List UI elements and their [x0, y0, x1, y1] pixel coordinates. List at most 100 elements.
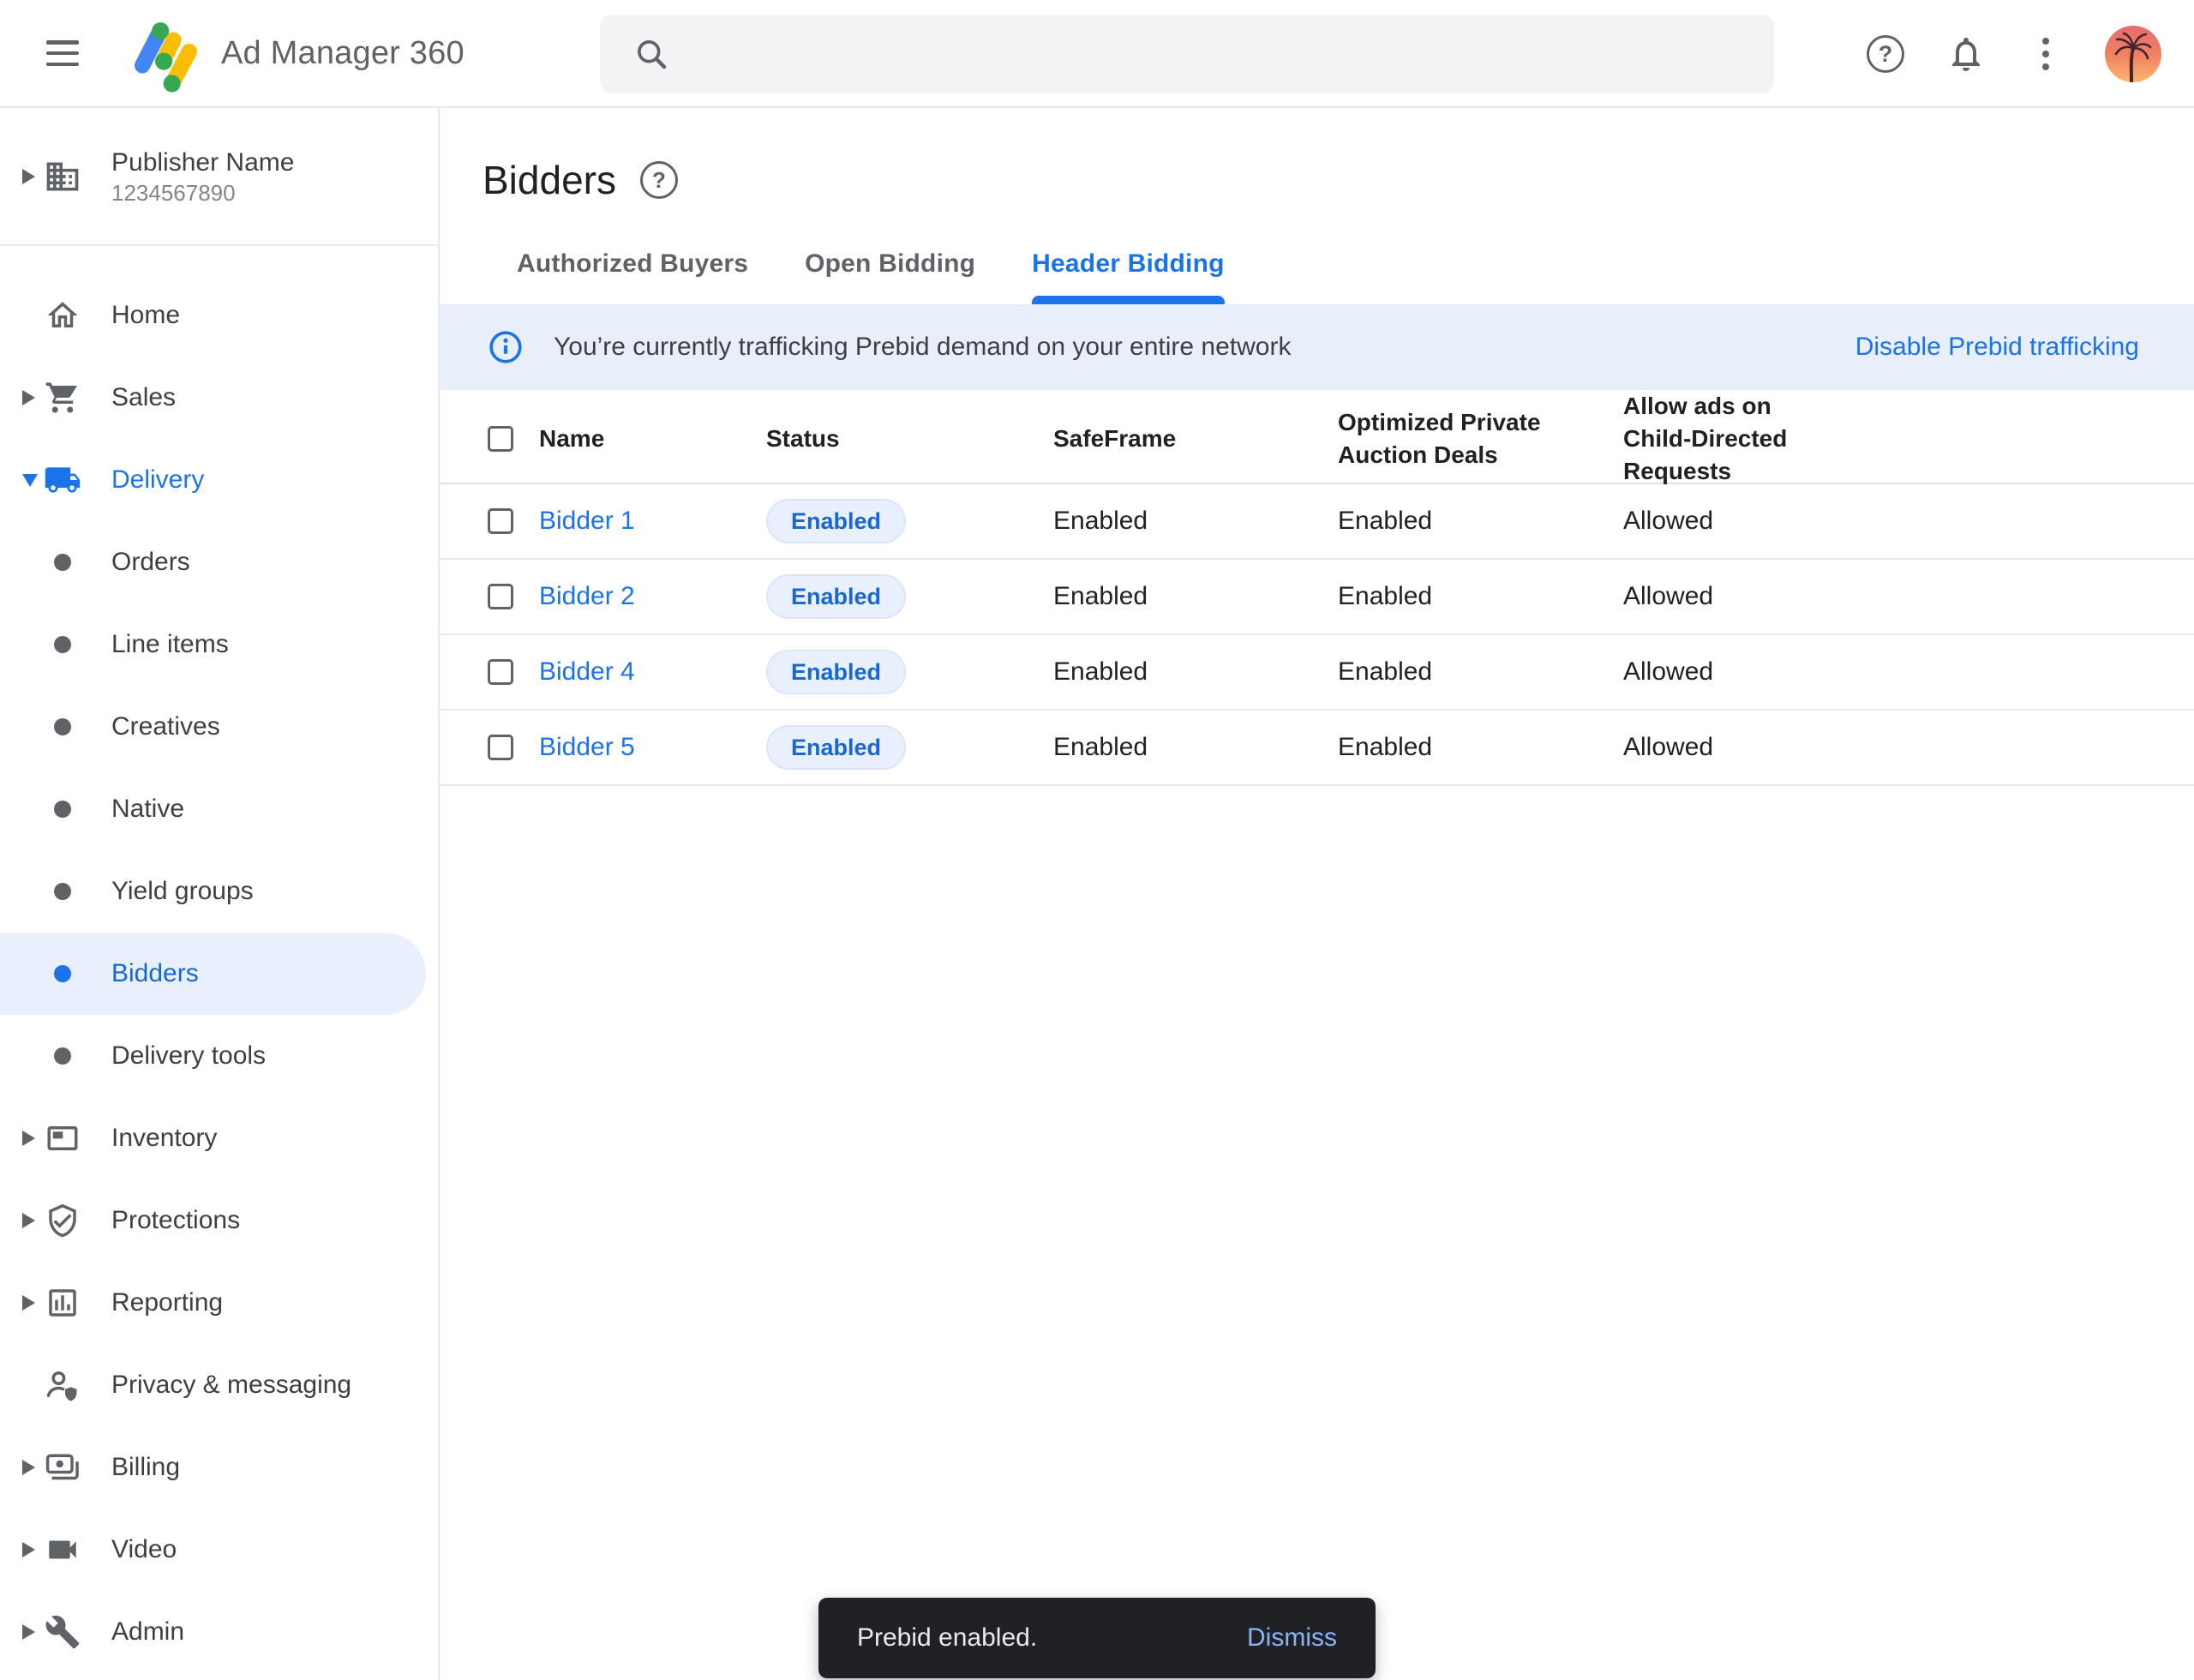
videocam-icon — [43, 1530, 82, 1569]
bullet-icon — [54, 1047, 71, 1065]
opad-value: Enabled — [1338, 657, 1623, 687]
disable-prebid-trafficking-link[interactable]: Disable Prebid trafficking — [1855, 333, 2139, 362]
page-help-icon[interactable]: ? — [640, 161, 678, 199]
notifications-button[interactable] — [1945, 0, 1987, 108]
table-row: Bidder 4 Enabled Enabled Enabled Allowed — [440, 635, 2194, 711]
bullet-icon — [54, 965, 71, 982]
bidder-link[interactable]: Bidder 1 — [539, 507, 635, 535]
menu-icon[interactable] — [46, 40, 79, 66]
sidebar-item-privacy-messaging[interactable]: Privacy & messaging — [0, 1344, 438, 1426]
sidebar-nav: Home Sales Delivery Orders — [0, 246, 438, 1673]
prebid-info-banner: You’re currently trafficking Prebid dema… — [440, 304, 2194, 390]
more-options-button[interactable] — [2042, 0, 2049, 108]
sidebar-item-home[interactable]: Home — [0, 274, 438, 357]
sidebar-item-inventory[interactable]: Inventory — [0, 1097, 438, 1179]
chevron-right-icon — [22, 1624, 35, 1640]
sidebar-item-admin[interactable]: Admin — [0, 1591, 438, 1673]
top-app-bar: Ad Manager 360 ? — [0, 0, 2194, 108]
bullet-icon — [54, 883, 71, 900]
table-row: Bidder 5 Enabled Enabled Enabled Allowed — [440, 711, 2194, 786]
publisher-network-code: 1234567890 — [111, 179, 294, 207]
safeframe-value: Enabled — [1053, 582, 1338, 611]
building-icon — [43, 157, 82, 196]
sidebar-item-line-items[interactable]: Line items — [0, 603, 438, 686]
home-icon — [43, 296, 82, 335]
search-icon — [632, 35, 670, 73]
status-badge: Enabled — [766, 650, 906, 694]
tab-open-bidding[interactable]: Open Bidding — [805, 249, 975, 304]
app-title: Ad Manager 360 — [221, 35, 465, 72]
tab-header-bidding[interactable]: Header Bidding — [1032, 249, 1225, 304]
sidebar-item-sales[interactable]: Sales — [0, 357, 438, 439]
bar-chart-icon — [43, 1283, 82, 1323]
bullet-icon — [54, 554, 71, 571]
column-header-status: Status — [766, 423, 1053, 455]
chevron-right-icon — [22, 1295, 35, 1311]
page-title: Bidders — [483, 157, 616, 203]
sidebar-item-yield-groups[interactable]: Yield groups — [0, 850, 438, 933]
search-input[interactable] — [691, 27, 1723, 81]
sidebar-item-delivery-tools[interactable]: Delivery tools — [0, 1015, 438, 1097]
row-checkbox[interactable] — [488, 584, 513, 609]
info-icon — [488, 329, 524, 365]
column-header-allow-ads-child-directed: Allow ads on Child-Directed Requests — [1623, 390, 1837, 488]
help-icon: ? — [1867, 35, 1904, 73]
column-header-optimized-private-auction-deals: Optimized Private Auction Deals — [1338, 406, 1552, 471]
row-checkbox[interactable] — [488, 735, 513, 760]
ad-unit-icon — [43, 1119, 82, 1158]
sidebar-item-orders[interactable]: Orders — [0, 521, 438, 603]
publisher-switcher[interactable]: Publisher Name 1234567890 — [0, 108, 438, 246]
chevron-right-icon — [22, 169, 35, 184]
global-search[interactable] — [600, 15, 1774, 93]
status-badge: Enabled — [766, 725, 906, 770]
select-all-checkbox[interactable] — [488, 426, 513, 452]
sidebar-item-reporting[interactable]: Reporting — [0, 1262, 438, 1344]
sidebar-item-bidders[interactable]: Bidders — [0, 933, 426, 1015]
sidebar-item-video[interactable]: Video — [0, 1509, 438, 1591]
child-directed-value: Allowed — [1623, 657, 2194, 687]
dismiss-button[interactable]: Dismiss — [1247, 1623, 1337, 1653]
sidebar-item-billing[interactable]: Billing — [0, 1426, 438, 1509]
row-checkbox[interactable] — [488, 508, 513, 534]
person-shield-icon — [43, 1365, 82, 1405]
tab-bar: Authorized Buyers Open Bidding Header Bi… — [517, 249, 2194, 304]
payments-icon — [43, 1448, 82, 1487]
safeframe-value: Enabled — [1053, 507, 1338, 536]
bidder-link[interactable]: Bidder 4 — [539, 657, 635, 686]
sidebar-item-delivery[interactable]: Delivery — [0, 439, 438, 521]
account-avatar[interactable] — [2105, 0, 2161, 108]
chevron-right-icon — [22, 1542, 35, 1557]
shield-check-icon — [43, 1201, 82, 1240]
column-header-name: Name — [539, 423, 766, 455]
table-header-row: Name Status SafeFrame Optimized Private … — [440, 390, 2194, 484]
sidebar-item-creatives[interactable]: Creatives — [0, 686, 438, 768]
publisher-name: Publisher Name — [111, 147, 294, 179]
truck-icon — [43, 460, 82, 500]
safeframe-value: Enabled — [1053, 657, 1338, 687]
toast-message: Prebid enabled. — [857, 1623, 1037, 1653]
avatar-palm-image — [2105, 26, 2161, 82]
opad-value: Enabled — [1338, 733, 1623, 762]
tab-authorized-buyers[interactable]: Authorized Buyers — [517, 249, 748, 304]
safeframe-value: Enabled — [1053, 733, 1338, 762]
child-directed-value: Allowed — [1623, 582, 2194, 611]
help-button[interactable]: ? — [1867, 0, 1904, 108]
kebab-icon — [2042, 38, 2049, 70]
opad-value: Enabled — [1338, 507, 1623, 536]
row-checkbox[interactable] — [488, 659, 513, 685]
sidebar-item-protections[interactable]: Protections — [0, 1179, 438, 1262]
wrench-icon — [43, 1612, 82, 1652]
bidder-link[interactable]: Bidder 5 — [539, 733, 635, 761]
ad-manager-page: Ad Manager 360 ? — [0, 0, 2194, 1680]
banner-message: You’re currently trafficking Prebid dema… — [554, 333, 1291, 362]
chevron-down-icon — [22, 474, 38, 487]
bell-icon — [1945, 33, 1987, 75]
table-row: Bidder 1 Enabled Enabled Enabled Allowed — [440, 484, 2194, 560]
sidebar-item-native[interactable]: Native — [0, 768, 438, 850]
chevron-right-icon — [22, 1131, 35, 1146]
opad-value: Enabled — [1338, 582, 1623, 611]
table-row: Bidder 2 Enabled Enabled Enabled Allowed — [440, 560, 2194, 635]
bidder-link[interactable]: Bidder 2 — [539, 582, 635, 610]
status-badge: Enabled — [766, 574, 906, 619]
chevron-right-icon — [22, 1460, 35, 1475]
